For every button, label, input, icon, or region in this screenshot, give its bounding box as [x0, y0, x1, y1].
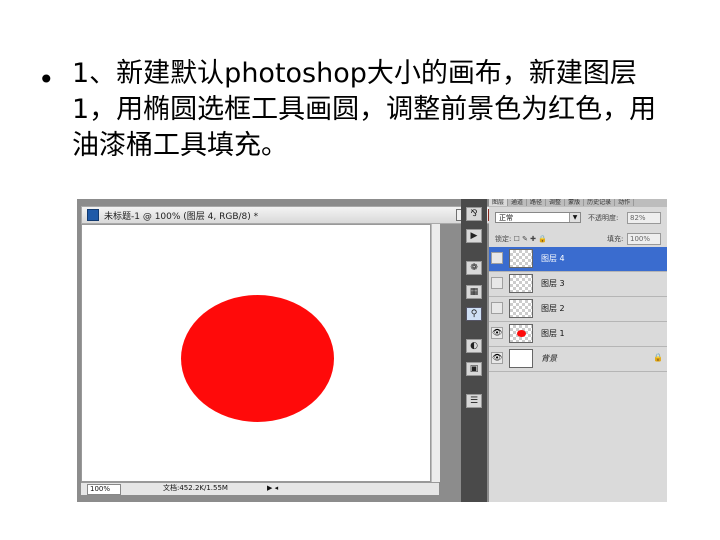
- actions-icon[interactable]: ▶: [466, 229, 482, 243]
- document-title: 未标题-1 @ 100% (图层 4, RGB/8) *: [104, 212, 259, 222]
- blend-mode-value: 正常: [499, 214, 513, 222]
- fill-label: 填充:: [607, 235, 624, 243]
- layer-thumbnail: [509, 349, 533, 368]
- tab-1[interactable]: 通道: [508, 199, 528, 206]
- panel-tabs: 图层 通道 路径 调整 蒙版 历史记录 动作: [489, 199, 667, 207]
- layer-row[interactable]: 图层 3: [489, 272, 667, 297]
- layer-row[interactable]: 👁 图层 1: [489, 322, 667, 347]
- status-bar: [81, 482, 439, 495]
- eye-icon[interactable]: [491, 302, 503, 314]
- lock-options[interactable]: 锁定: ☐ ✎ ✚ 🔒: [495, 234, 547, 244]
- tab-2[interactable]: 路径: [527, 199, 547, 206]
- red-dot-thumbnail: [517, 330, 526, 337]
- document-info: 文档:452.2K/1.55M: [163, 484, 228, 492]
- photoshop-doc-icon: [87, 209, 99, 221]
- layer-thumbnail: [509, 249, 533, 268]
- paths-icon[interactable]: ◐: [466, 339, 482, 353]
- layer-name: 图层 4: [541, 254, 565, 263]
- eye-icon[interactable]: 👁: [491, 352, 503, 364]
- layers-icon[interactable]: ⚲: [466, 307, 482, 321]
- tab-0[interactable]: 图层: [489, 199, 509, 206]
- layer-name: 图层 1: [541, 329, 565, 338]
- eye-icon[interactable]: [491, 252, 503, 264]
- history-icon[interactable]: ⅋: [466, 207, 482, 221]
- bullet-dot: •: [38, 63, 55, 96]
- layer-thumbnail: [509, 324, 533, 343]
- layer-thumbnail: [509, 274, 533, 293]
- eye-icon[interactable]: 👁: [491, 327, 503, 339]
- zoom-field[interactable]: 100%: [87, 484, 121, 495]
- layer-row[interactable]: 图层 4: [489, 247, 667, 272]
- tab-3[interactable]: 调整: [546, 199, 566, 206]
- vertical-scrollbar[interactable]: [431, 224, 440, 482]
- red-ellipse: [181, 295, 334, 422]
- tab-6[interactable]: 动作: [615, 199, 635, 206]
- status-menu-button[interactable]: ▶ ◂: [267, 484, 278, 493]
- navigator-icon[interactable]: ▣: [466, 362, 482, 376]
- eye-icon[interactable]: [491, 277, 503, 289]
- channels-icon[interactable]: ☰: [466, 394, 482, 408]
- layer-name: 图层 2: [541, 304, 565, 313]
- tab-5[interactable]: 历史记录: [584, 199, 616, 206]
- layer-name: 图层 3: [541, 279, 565, 288]
- layer-row[interactable]: 图层 2: [489, 297, 667, 322]
- tab-4[interactable]: 蒙版: [565, 199, 585, 206]
- styles-icon[interactable]: ▦: [466, 285, 482, 299]
- fill-input[interactable]: 100%: [627, 233, 661, 245]
- layer-name: 背景: [541, 354, 557, 363]
- blend-mode-select[interactable]: 正常 ▼: [495, 212, 581, 223]
- layer-list: 图层 4 图层 3 图层 2 👁 图层 1 👁 背景 🔒: [489, 247, 667, 372]
- opacity-label: 不透明度:: [588, 214, 619, 222]
- chevron-down-icon: ▼: [569, 213, 580, 222]
- swatches-icon[interactable]: ❁: [466, 261, 482, 275]
- layer-thumbnail: [509, 299, 533, 318]
- photoshop-screenshot: 未标题-1 @ 100% (图层 4, RGB/8) * – □ ✕ 100% …: [77, 199, 667, 502]
- document-title-bar[interactable]: 未标题-1 @ 100% (图层 4, RGB/8) * – □ ✕: [81, 206, 515, 224]
- lock-icon: 🔒: [653, 353, 663, 362]
- layer-row[interactable]: 👁 背景 🔒: [489, 347, 667, 372]
- opacity-input[interactable]: 82%: [627, 212, 661, 224]
- bullet-text: 1、新建默认photoshop大小的画布，新建图层1，用椭圆选框工具画圆，调整前…: [72, 58, 657, 161]
- panel-dock: ⅋ ▶ ❁ ▦ ⚲ ◐ ▣ ☰: [461, 199, 487, 502]
- canvas[interactable]: [81, 224, 431, 482]
- layers-panel: 图层 通道 路径 调整 蒙版 历史记录 动作 正常 ▼ 不透明度: 82% 锁定: ☐ ✎ …: [489, 199, 667, 502]
